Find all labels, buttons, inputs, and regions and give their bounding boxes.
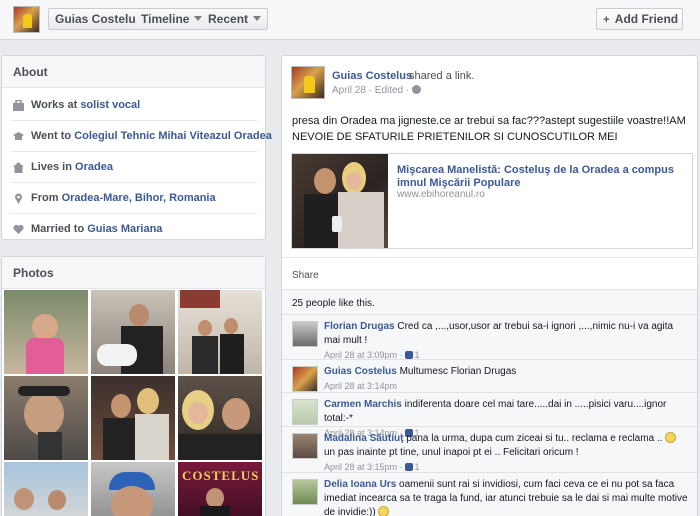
comment-timestamp[interactable]: April 28 at 3:15pm · [324,462,403,472]
add-friend-label: Add Friend [614,12,679,26]
timeline-post: Guias Costelus shared a link. April 28 ·… [281,55,698,516]
smiley-emoticon-icon [378,506,390,516]
about-education-prefix: Went to [31,130,75,142]
about-from-prefix: From [31,192,62,204]
about-married-link[interactable]: Guias Mariana [87,223,162,235]
about-row-education: Went to Colegiul Tehnic Mihai Viteazul O… [10,121,272,152]
comment-item: Carmen Marchis indiferenta doare cel mai… [282,392,697,438]
smiley-emoticon-icon [665,432,677,443]
about-married-prefix: Married to [31,223,88,235]
add-friend-button[interactable]: + Add Friend [596,8,683,30]
photo-thumbnail[interactable] [4,290,88,374]
about-education-link[interactable]: Colegiul Tehnic Mihai Viteazul Oradea [74,130,272,142]
commenter-name[interactable]: Delia Ioana Urs [324,479,396,490]
post-author-name[interactable]: Guias Costelus [332,70,412,82]
photo-thumbnail[interactable] [91,462,175,516]
about-row-from: From Oradea-Mare, Bihor, Romania [10,183,257,214]
about-row-work: Works at solist vocal [10,90,257,121]
profile-avatar[interactable] [13,6,40,33]
about-row-lives: Lives in Oradea [10,152,257,183]
location-pin-icon [15,193,22,204]
graduation-cap-icon [13,132,24,140]
link-title[interactable]: Mişcarea Manelistă: Costeluş de la Orade… [397,164,687,190]
profile-top-bar: Guias Costelus Timeline Recent + Add Fri… [0,0,700,40]
comment-text: Multumesc Florian Drugas [399,366,517,377]
photo-thumbnail[interactable] [4,462,88,516]
about-lives-prefix: Lives in [31,161,76,173]
commenter-name[interactable]: Guias Costelus [324,366,397,377]
comment-like-count[interactable]: 1 [415,462,420,472]
comment-item: Guias Costelus Multumesc Florian Drugas … [282,359,697,392]
comment-timestamp[interactable]: April 28 at 3:14pm [324,381,397,391]
about-from-link[interactable]: Oradea-Mare, Bihor, Romania [62,192,216,204]
comment-item: Florian Drugas Cred ca ,...,usor,usor ar… [282,314,697,360]
timeline-label: Timeline [141,12,190,26]
likes-count[interactable]: 25 people like this. [292,298,375,309]
link-domain: www.ebihoreanul.ro [397,189,485,200]
house-icon [13,162,24,173]
post-text: presa din Oradea ma jigneste.ce ar trebu… [292,115,686,143]
commenter-avatar[interactable] [292,366,318,392]
commenter-avatar[interactable] [292,321,318,347]
recent-label: Recent [208,12,249,26]
about-title[interactable]: About [2,56,265,88]
divider [282,257,697,258]
comment-item: Delia Ioana Urs oamenii sunt rai si invi… [282,472,697,516]
add-friend-icon: + [603,14,610,26]
commenter-name[interactable]: Florian Drugas [324,321,395,332]
photo-thumbnail[interactable] [4,376,88,460]
post-action-text: shared a link. [409,70,475,82]
post-timestamp[interactable]: April 28 · Edited · [332,85,409,96]
about-work-prefix: Works at [31,99,81,111]
comments-section: 25 people like this. Florian Drugas Cred… [282,289,697,516]
photos-section: Photos COSTELUS [1,256,266,516]
recent-dropdown[interactable]: Recent [202,8,269,30]
commenter-avatar[interactable] [292,433,318,459]
heart-icon [13,224,24,234]
link-thumbnail[interactable] [292,154,388,248]
photo-thumbnail[interactable] [178,290,262,374]
comment-text: pana la urma, dupa cum ziceai si tu.. re… [406,433,663,444]
globe-icon[interactable] [412,85,422,94]
comment-text-continued: un pas inainte pt tine, unul inapoi pt e… [324,447,579,458]
commenter-name[interactable]: Madalina Săutiuţ [324,433,403,444]
commenter-name[interactable]: Carmen Marchis [324,399,402,410]
about-work-link[interactable]: solist vocal [80,99,140,111]
timeline-button[interactable]: Timeline [135,8,210,30]
photos-title[interactable]: Photos [2,257,265,289]
chevron-down-icon [253,16,262,21]
post-author-avatar[interactable] [291,66,325,99]
photo-thumbnail[interactable] [178,376,262,460]
about-lives-link[interactable]: Oradea [75,161,113,173]
photo-caption-text: COSTELUS [182,468,260,483]
photo-thumbnail[interactable] [91,290,175,374]
photo-thumbnail[interactable] [91,376,175,460]
photo-thumbnail[interactable]: COSTELUS [178,462,262,516]
post-meta: April 28 · Edited · [332,85,422,96]
commenter-avatar[interactable] [292,479,318,505]
like-thumb-icon [404,351,413,359]
about-section: About Works at solist vocal Went to Cole… [1,55,272,240]
commenter-avatar[interactable] [292,399,318,425]
share-button[interactable]: Share [292,270,319,281]
like-thumb-icon [404,463,413,471]
shared-link-card[interactable]: Mişcarea Manelistă: Costeluş de la Orade… [291,153,693,249]
comment-item: Madalina Săutiuţ pana la urma, dupa cum … [282,426,697,472]
briefcase-icon [13,100,24,111]
about-row-married: Married to Guias Mariana [10,214,257,245]
